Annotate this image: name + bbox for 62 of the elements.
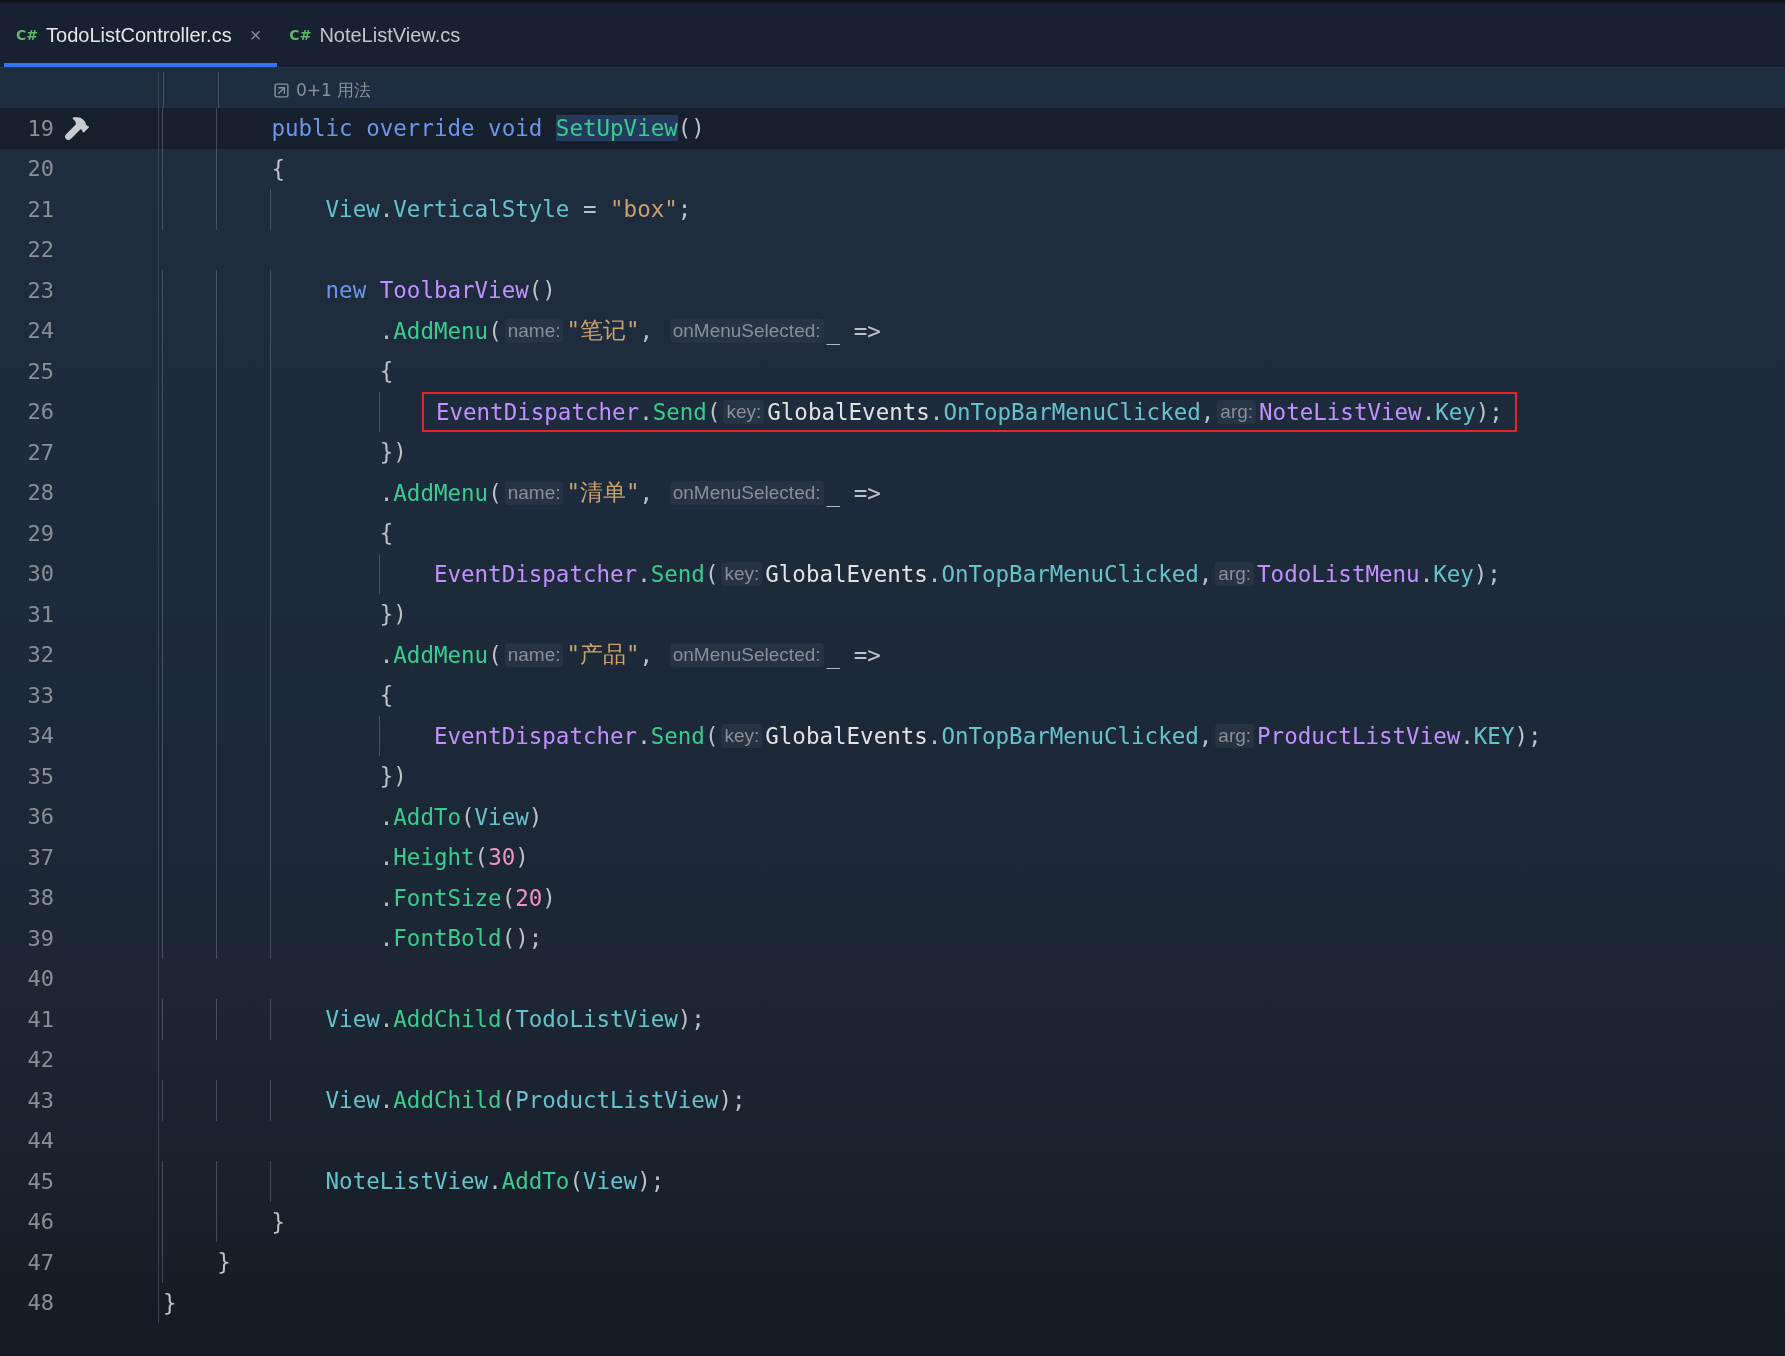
line-number: 39: [26, 925, 54, 951]
line-number: 31: [26, 601, 54, 627]
csharp-file-icon: C#: [289, 27, 312, 43]
code-line: .AddMenu( name: "笔记", onMenuSelected: _ =>: [379, 316, 881, 347]
usages-link[interactable]: 0+1 用法: [273, 78, 372, 102]
line-number: 30: [26, 561, 54, 587]
line-number: 26: [26, 399, 54, 425]
code-line: }): [379, 763, 407, 790]
code-line: }: [271, 1208, 285, 1235]
line-number: 32: [26, 642, 54, 668]
hammer-icon[interactable]: [64, 115, 90, 142]
code-line: .Height(30): [379, 844, 529, 871]
line-number: 20: [26, 156, 54, 182]
line-number: 28: [26, 480, 54, 506]
code-line: {: [271, 155, 285, 182]
line-number: 44: [26, 1128, 54, 1154]
line-number: 34: [26, 723, 54, 749]
line-number: 23: [26, 277, 54, 303]
code-line: View.AddChild(TodoListView);: [325, 1006, 705, 1033]
code-line: .FontSize(20): [379, 884, 556, 911]
line-number: 33: [26, 682, 54, 708]
csharp-file-icon: C#: [16, 27, 38, 43]
code-line: View.VerticalStyle = "box";: [325, 196, 692, 223]
code-line: EventDispatcher.Send( key: GlobalEvents.OnTopBarMenuClicked, arg: TodoListMenu.Key);: [433, 560, 1501, 587]
line-number: 25: [26, 358, 54, 384]
code-line: }): [379, 439, 407, 466]
line-number: 29: [26, 520, 54, 546]
close-icon[interactable]: ×: [249, 23, 262, 47]
code-line: public override void SetUpView(): [271, 115, 705, 142]
code-line: {: [379, 358, 394, 385]
line-number: 40: [26, 966, 54, 992]
code-line: .AddMenu( name: "清单", onMenuSelected: _ =>: [379, 478, 881, 509]
line-number: 43: [26, 1087, 54, 1113]
line-number: 21: [26, 196, 54, 222]
code-line: }): [379, 601, 407, 628]
code-line: {: [379, 682, 394, 709]
code-line: .FontBold();: [379, 925, 543, 952]
line-number: 27: [26, 439, 54, 465]
line-number: 41: [26, 1006, 54, 1032]
code-line: EventDispatcher.Send( key: GlobalEvents.OnTopBarMenuClicked, arg: ProductListView.KEY);: [433, 722, 1542, 749]
line-number: 47: [26, 1249, 54, 1275]
line-number: 38: [26, 885, 54, 911]
file-tab[interactable]: C# TodoListController.cs ×: [4, 3, 278, 67]
file-tab[interactable]: C# NoteListView.cs: [277, 3, 477, 67]
line-number: 37: [26, 844, 54, 870]
code-line: }: [217, 1249, 231, 1276]
line-number: 48: [26, 1290, 54, 1316]
line-number: 24: [26, 318, 54, 344]
line-number: 22: [26, 237, 54, 263]
code-line: View.AddChild(ProductListView);: [325, 1087, 746, 1114]
line-number: 45: [26, 1168, 54, 1194]
line-number: 46: [26, 1209, 54, 1235]
line-number: 35: [26, 763, 54, 789]
code-line: }: [163, 1289, 177, 1316]
line-number: 36: [26, 804, 54, 830]
line-number: 19: [26, 115, 54, 141]
code-line: .AddMenu( name: "产品", onMenuSelected: _ =>: [379, 640, 881, 671]
code-line: .AddTo(View): [379, 803, 543, 830]
code-line: NoteListView.AddTo(View);: [325, 1168, 665, 1195]
code-line: {: [379, 520, 394, 547]
line-number: 42: [26, 1047, 54, 1073]
code-line: new ToolbarView(): [325, 277, 556, 304]
